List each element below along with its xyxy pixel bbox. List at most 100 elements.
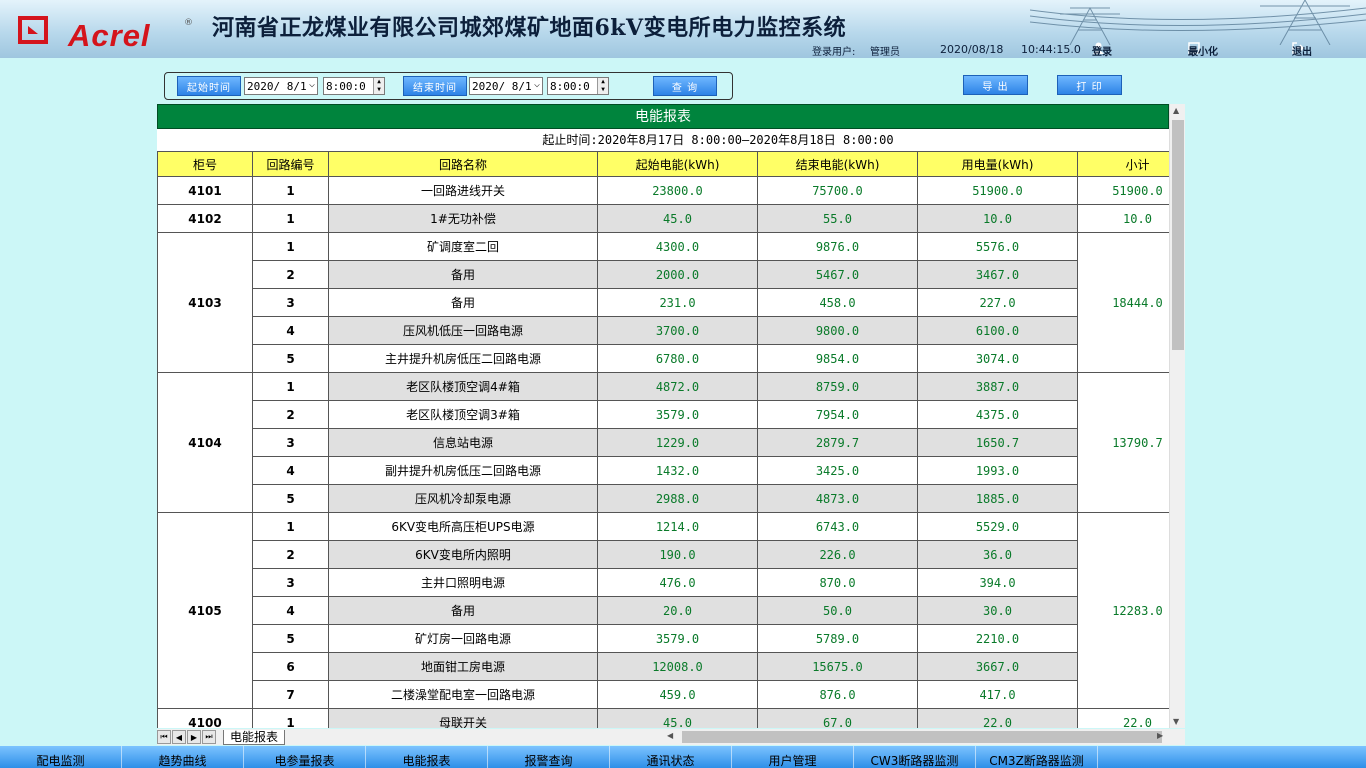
- circuit-name-cell: 6KV变电所内照明: [328, 540, 598, 569]
- nav-alarm-query[interactable]: 报警查询: [488, 746, 610, 768]
- usage-cell: 1993.0: [917, 456, 1078, 485]
- circuit-no-cell: 3: [252, 288, 329, 317]
- spin-arrows-icon[interactable]: ▲ ▼: [597, 78, 608, 94]
- usage-cell: 2210.0: [917, 624, 1078, 653]
- nav-parameter-report[interactable]: 电参量报表: [244, 746, 366, 768]
- horizontal-scrollbar[interactable]: ⏮ ◀ ▶ ⏭ 电能报表 ◀ ▶: [157, 729, 1185, 745]
- nav-comm-status[interactable]: 通讯状态: [610, 746, 732, 768]
- start-energy-cell: 45.0: [597, 204, 758, 233]
- start-date-value: 2020/ 8/1: [247, 79, 307, 93]
- start-energy-cell: 1229.0: [597, 428, 758, 457]
- query-panel: 起始时间 2020/ 8/1 ⌵ 8:00:0 ▲ ▼ 结束时间 2020/ 8/…: [164, 72, 733, 100]
- circuit-name-cell: 矿调度室二回: [328, 232, 598, 261]
- end-energy-cell: 2879.7: [757, 428, 918, 457]
- subtotal-cell: 10.0: [1077, 204, 1169, 233]
- circuit-no-cell: 1: [252, 512, 329, 541]
- usage-cell: 3074.0: [917, 344, 1078, 373]
- table-row: 5 压风机冷却泵电源 2988.0 4873.0 1885.0: [158, 484, 1170, 513]
- usage-cell: 1650.7: [917, 428, 1078, 457]
- start-energy-cell: 20.0: [597, 596, 758, 625]
- print-button[interactable]: 打 印: [1057, 75, 1122, 95]
- table-row: 4 压风机低压一回路电源 3700.0 9800.0 6100.0: [158, 316, 1170, 345]
- end-energy-cell: 226.0: [757, 540, 918, 569]
- usage-cell: 3667.0: [917, 652, 1078, 681]
- table-row: 7 二楼澡堂配电室一回路电源 459.0 876.0 417.0: [158, 680, 1170, 709]
- circuit-no-cell: 5: [252, 624, 329, 653]
- usage-cell: 5529.0: [917, 512, 1078, 541]
- nav-cw3-breaker-monitor[interactable]: CW3断路器监测: [854, 746, 976, 768]
- spin-arrows-icon[interactable]: ▲ ▼: [373, 78, 384, 94]
- circuit-no-cell: 1: [252, 372, 329, 401]
- circuit-no-cell: 4: [252, 316, 329, 345]
- nav-cm3z-breaker-monitor[interactable]: CM3Z断路器监测: [976, 746, 1098, 768]
- power-tower-decoration: [1030, 0, 1366, 45]
- circuit-no-cell: 1: [252, 204, 329, 233]
- usage-cell: 3887.0: [917, 372, 1078, 401]
- circuit-no-cell: 4: [252, 456, 329, 485]
- start-energy-cell: 231.0: [597, 288, 758, 317]
- start-energy-cell: 1214.0: [597, 512, 758, 541]
- usage-cell: 227.0: [917, 288, 1078, 317]
- login-button[interactable]: 登录: [1092, 42, 1112, 58]
- end-energy-cell: 4873.0: [757, 484, 918, 513]
- chevron-down-icon[interactable]: ⌵: [309, 79, 315, 90]
- scroll-down-icon[interactable]: ▼: [1173, 717, 1179, 726]
- table-row: 4103 1 矿调度室二回 4300.0 9876.0 5576.0 18444.0: [157, 232, 1169, 373]
- nav-user-management[interactable]: 用户管理: [732, 746, 854, 768]
- column-header: 小计: [1077, 151, 1169, 177]
- first-sheet-icon[interactable]: ⏮: [157, 730, 171, 744]
- sheet-tab-energy-report[interactable]: 电能报表: [223, 729, 286, 745]
- report-period: 起止时间:2020年8月17日 8:00:00—2020年8月18日 8:00:…: [157, 129, 1169, 151]
- end-energy-cell: 876.0: [757, 680, 918, 709]
- next-sheet-icon[interactable]: ▶: [187, 730, 201, 744]
- end-energy-cell: 9800.0: [757, 316, 918, 345]
- minimize-button[interactable]: 最小化: [1188, 42, 1218, 58]
- prev-sheet-icon[interactable]: ◀: [172, 730, 186, 744]
- circuit-no-cell: 4: [252, 596, 329, 625]
- export-button[interactable]: 导 出: [963, 75, 1028, 95]
- end-energy-cell: 8759.0: [757, 372, 918, 401]
- end-energy-cell: 5789.0: [757, 624, 918, 653]
- scroll-right-icon[interactable]: ▶: [1157, 731, 1163, 740]
- exit-button[interactable]: 退出: [1292, 42, 1312, 58]
- end-date-picker[interactable]: 2020/ 8/1 ⌵: [469, 77, 543, 95]
- table-row: 4105 1 6KV变电所高压柜UPS电源 1214.0 6743.0 5529.0 122…: [157, 512, 1169, 709]
- query-button[interactable]: 查 询: [653, 76, 717, 96]
- chevron-down-icon[interactable]: ⌵: [534, 79, 540, 90]
- usage-cell: 1885.0: [917, 484, 1078, 513]
- column-header: 用电量(kWh): [917, 151, 1078, 177]
- start-energy-cell: 4300.0: [597, 232, 758, 261]
- table-row: 4100 1 母联开关 45.0 67.0 22.0 22.0: [157, 708, 1169, 728]
- end-energy-cell: 3425.0: [757, 456, 918, 485]
- circuit-name-cell: 6KV变电所高压柜UPS电源: [328, 512, 598, 541]
- start-date-picker[interactable]: 2020/ 8/1 ⌵: [244, 77, 318, 95]
- subtotal-cell: 22.0: [1077, 708, 1169, 728]
- column-header: 结束电能(kWh): [757, 151, 918, 177]
- header-info-bar: 登录用户: 管理员 2020/08/18 10:44:15.0 登录 最小化 退…: [0, 42, 1366, 58]
- report-title: 电能报表: [157, 104, 1169, 129]
- vertical-scrollbar[interactable]: ▲ ▼: [1169, 104, 1185, 728]
- nav-energy-report[interactable]: 电能报表: [366, 746, 488, 768]
- end-time-stepper[interactable]: 8:00:0 ▲ ▼: [547, 77, 609, 95]
- vertical-scroll-thumb[interactable]: [1172, 120, 1184, 350]
- table-row: 2 6KV变电所内照明 190.0 226.0 36.0: [158, 540, 1170, 569]
- app-header: Acrel ® 河南省正龙煤业有限公司城郊煤矿地面6kV变电所电力监控系统 登录…: [0, 0, 1366, 58]
- usage-cell: 36.0: [917, 540, 1078, 569]
- usage-cell: 30.0: [917, 596, 1078, 625]
- usage-cell: 394.0: [917, 568, 1078, 597]
- usage-cell: 51900.0: [917, 176, 1078, 205]
- circuit-no-cell: 1: [252, 708, 329, 728]
- nav-trend-curve[interactable]: 趋势曲线: [122, 746, 244, 768]
- circuit-no-cell: 6: [252, 652, 329, 681]
- scroll-up-icon[interactable]: ▲: [1173, 106, 1179, 115]
- column-header: 回路编号: [252, 151, 329, 177]
- cabinet-cell: 4105: [157, 512, 253, 709]
- start-energy-cell: 459.0: [597, 680, 758, 709]
- scroll-left-icon[interactable]: ◀: [667, 731, 673, 740]
- horizontal-scroll-thumb[interactable]: [682, 731, 1162, 743]
- last-sheet-icon[interactable]: ⏭: [202, 730, 216, 744]
- nav-distribution-monitor[interactable]: 配电监测: [0, 746, 122, 768]
- registered-mark: ®: [184, 18, 193, 28]
- subtotal-cell: 12283.0: [1077, 512, 1169, 709]
- start-time-stepper[interactable]: 8:00:0 ▲ ▼: [323, 77, 385, 95]
